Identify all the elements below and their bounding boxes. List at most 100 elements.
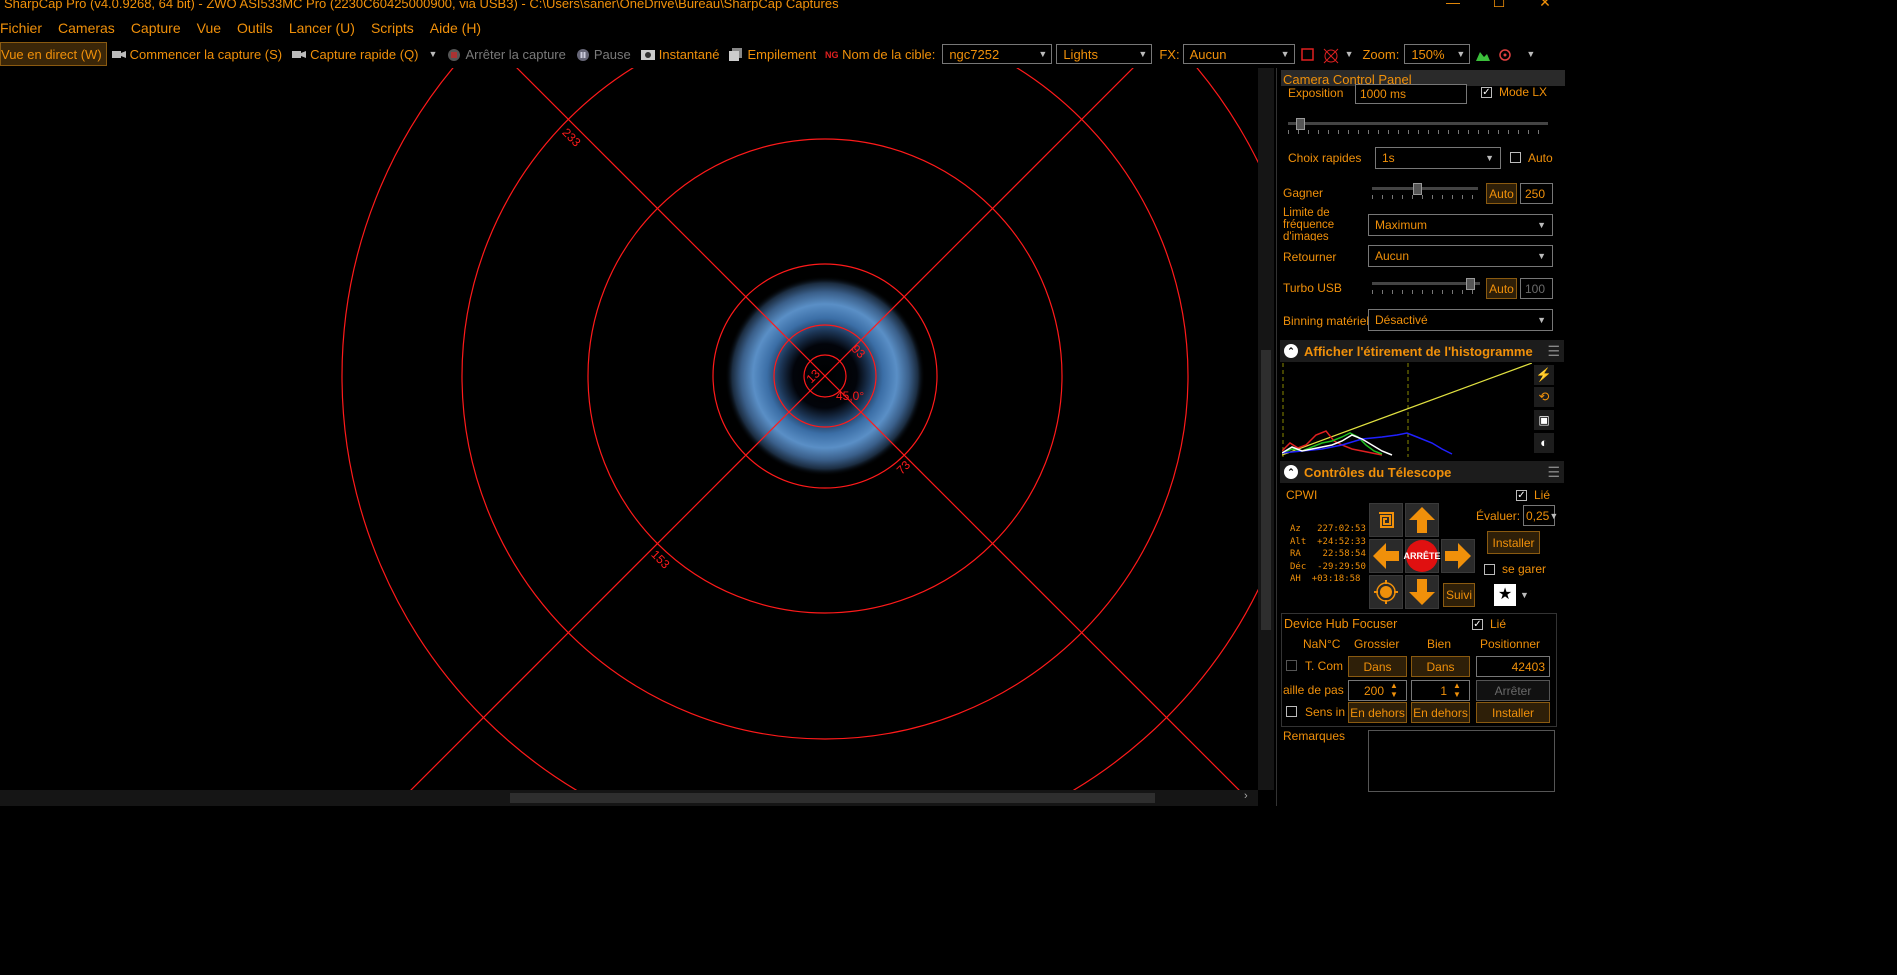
sun-target-icon[interactable] [1369,575,1403,609]
gain-auto-button[interactable]: Auto [1486,183,1517,204]
spiral-search-icon[interactable] [1369,503,1403,537]
fine-label: Bien [1427,637,1452,651]
mount-install-button[interactable]: Installer [1487,531,1540,554]
gain-input[interactable]: 250 [1520,183,1553,204]
histogram-icon[interactable] [1476,48,1491,61]
fine-in-button[interactable]: Dans [1411,656,1470,677]
flip-dropdown[interactable]: Aucun ▼ [1368,245,1553,267]
coarse-in-button[interactable]: Dans [1348,656,1407,677]
coarse-step-input[interactable]: 200 [1348,680,1407,701]
close-icon[interactable]: ✕ [1522,0,1568,11]
gain-slider[interactable] [1372,183,1478,199]
live-view-button[interactable]: Vue en direct (W) [0,42,107,66]
scroll-thumb[interactable] [510,793,1155,803]
temp-comp-checkbox[interactable] [1286,660,1297,671]
usb-turbo-value: 100 [1525,281,1546,296]
focus-assist-icon[interactable] [1498,48,1512,61]
slider-knob[interactable] [1413,183,1422,195]
fx-dropdown[interactable]: Aucun ▼ [1182,44,1295,64]
fine-step-input[interactable]: 1 [1411,680,1470,701]
histogram-section-header[interactable]: ⌃ Afficher l'étirement de l'histogramme … [1280,340,1564,362]
frame-rate-dropdown[interactable]: Maximum ▼ [1368,214,1553,236]
stop-capture-button[interactable]: Arrêter la capture [442,43,570,65]
chevron-down-icon: ▼ [1537,220,1546,230]
chevron-down-icon[interactable]: ▼ [429,49,438,59]
contrast-icon[interactable]: ◐ [1534,433,1554,453]
pause-button[interactable]: Pause [571,43,636,65]
auto-exposure-checkbox[interactable] [1510,152,1521,163]
park-checkbox[interactable] [1484,564,1495,575]
usb-turbo-auto-button[interactable]: Auto [1486,278,1517,299]
snapshot-button[interactable]: Instantané [636,43,725,65]
auto-stretch-icon[interactable]: ⚡ [1534,365,1554,385]
menu-aide[interactable]: Aide (H) [422,20,489,36]
spinner-icon[interactable]: ▲ ▼ [1390,681,1398,699]
chevron-down-icon[interactable]: ▼ [1526,49,1535,59]
coarse-out-button[interactable]: En dehors [1348,702,1407,723]
telescope-section-header[interactable]: ⌃ Contrôles du Télescope ☰ [1280,461,1564,483]
target-name-dropdown[interactable]: ngc7252 ▼ [942,44,1053,64]
spinner-icon[interactable]: ▲ ▼ [1453,681,1461,699]
slider-knob[interactable] [1296,118,1305,130]
scroll-thumb[interactable] [1261,350,1271,630]
arrow-down-icon[interactable] [1405,575,1439,609]
menu-cameras[interactable]: Cameras [50,20,123,36]
coord-ra: RA 22:58:54 [1290,549,1366,559]
menu-scripts[interactable]: Scripts [363,20,422,36]
arrow-up-icon[interactable] [1405,503,1439,537]
usb-turbo-input[interactable]: 100 [1520,278,1553,299]
target-name-value: ngc7252 [949,46,1000,62]
start-capture-button[interactable]: Commencer la capture (S) [107,43,287,65]
zoom-dropdown[interactable]: 150% ▼ [1404,44,1471,64]
arrow-right-icon[interactable] [1441,539,1475,573]
quick-capture-button[interactable]: Capture rapide (Q) ▼ [287,43,442,65]
zoom-label: Zoom: [1362,46,1400,62]
quick-choice-dropdown[interactable]: 1s ▼ [1375,147,1501,169]
focuser-install-button[interactable]: Installer [1476,702,1550,723]
mount-linked-checkbox[interactable]: ✓ [1516,490,1527,501]
mount-coordinates: Az 227:02:53 Alt +24:52:33 RA 22:58:54 D… [1290,523,1366,586]
save-icon[interactable]: ▣ [1534,410,1554,430]
selection-area-icon[interactable] [1300,48,1315,61]
collapse-icon[interactable]: ⌃ [1284,465,1298,479]
favorite-star-dropdown[interactable]: ★ ▼ [1494,584,1532,606]
notes-textarea[interactable] [1368,730,1555,792]
maximize-icon[interactable]: ☐ [1476,0,1522,11]
exposure-input[interactable]: 1000 ms [1355,84,1467,104]
position-input[interactable]: 42403 [1476,656,1550,677]
minimize-icon[interactable]: — [1430,0,1476,11]
reticle-icon[interactable] [1323,48,1338,64]
menu-vue[interactable]: Vue [189,20,229,36]
chevron-down-icon[interactable]: ▼ [1345,49,1354,59]
binning-dropdown[interactable]: Désactivé ▼ [1368,309,1553,331]
reverse-checkbox[interactable] [1286,706,1297,717]
lx-mode-checkbox[interactable]: ✓ [1481,87,1492,98]
focuser-stop-button[interactable]: Arrêter [1476,680,1550,701]
horizontal-scrollbar[interactable]: › [0,790,1258,806]
hamburger-menu-icon[interactable]: ☰ [1547,343,1560,360]
rate-dropdown[interactable]: 0,25 ▼ [1523,505,1558,526]
chevron-right-icon[interactable]: › [1244,790,1248,802]
usb-turbo-slider[interactable] [1372,278,1480,294]
collapse-icon[interactable]: ⌃ [1284,344,1298,358]
hamburger-menu-icon[interactable]: ☰ [1547,464,1560,481]
frame-type-dropdown[interactable]: Lights ▼ [1056,44,1153,64]
tracking-button[interactable]: Suivi [1443,583,1475,607]
menu-capture[interactable]: Capture [123,20,189,36]
fine-out-button[interactable]: En dehors [1411,702,1470,723]
exposure-slider[interactable] [1288,118,1548,134]
arrow-left-icon[interactable] [1369,539,1403,573]
telescope-title: Contrôles du Télescope [1304,464,1452,480]
focuser-linked-checkbox[interactable]: ✓ [1472,619,1483,630]
menu-lancer[interactable]: Lancer (U) [281,20,363,36]
menu-fichier[interactable]: Fichier [0,20,50,36]
slider-knob[interactable] [1466,278,1475,290]
vertical-scrollbar[interactable] [1258,68,1274,790]
histogram-chart[interactable] [1281,362,1533,457]
focuser-temperature: NaN°C [1303,637,1341,651]
image-viewport[interactable]: 233 93 13 45,0° 73 153 [0,68,1258,790]
stop-button[interactable]: ARRÊTE [1404,539,1441,573]
reset-icon[interactable]: ⟲ [1534,387,1554,407]
menu-outils[interactable]: Outils [229,20,281,36]
stack-button[interactable]: Empilement [724,43,821,65]
